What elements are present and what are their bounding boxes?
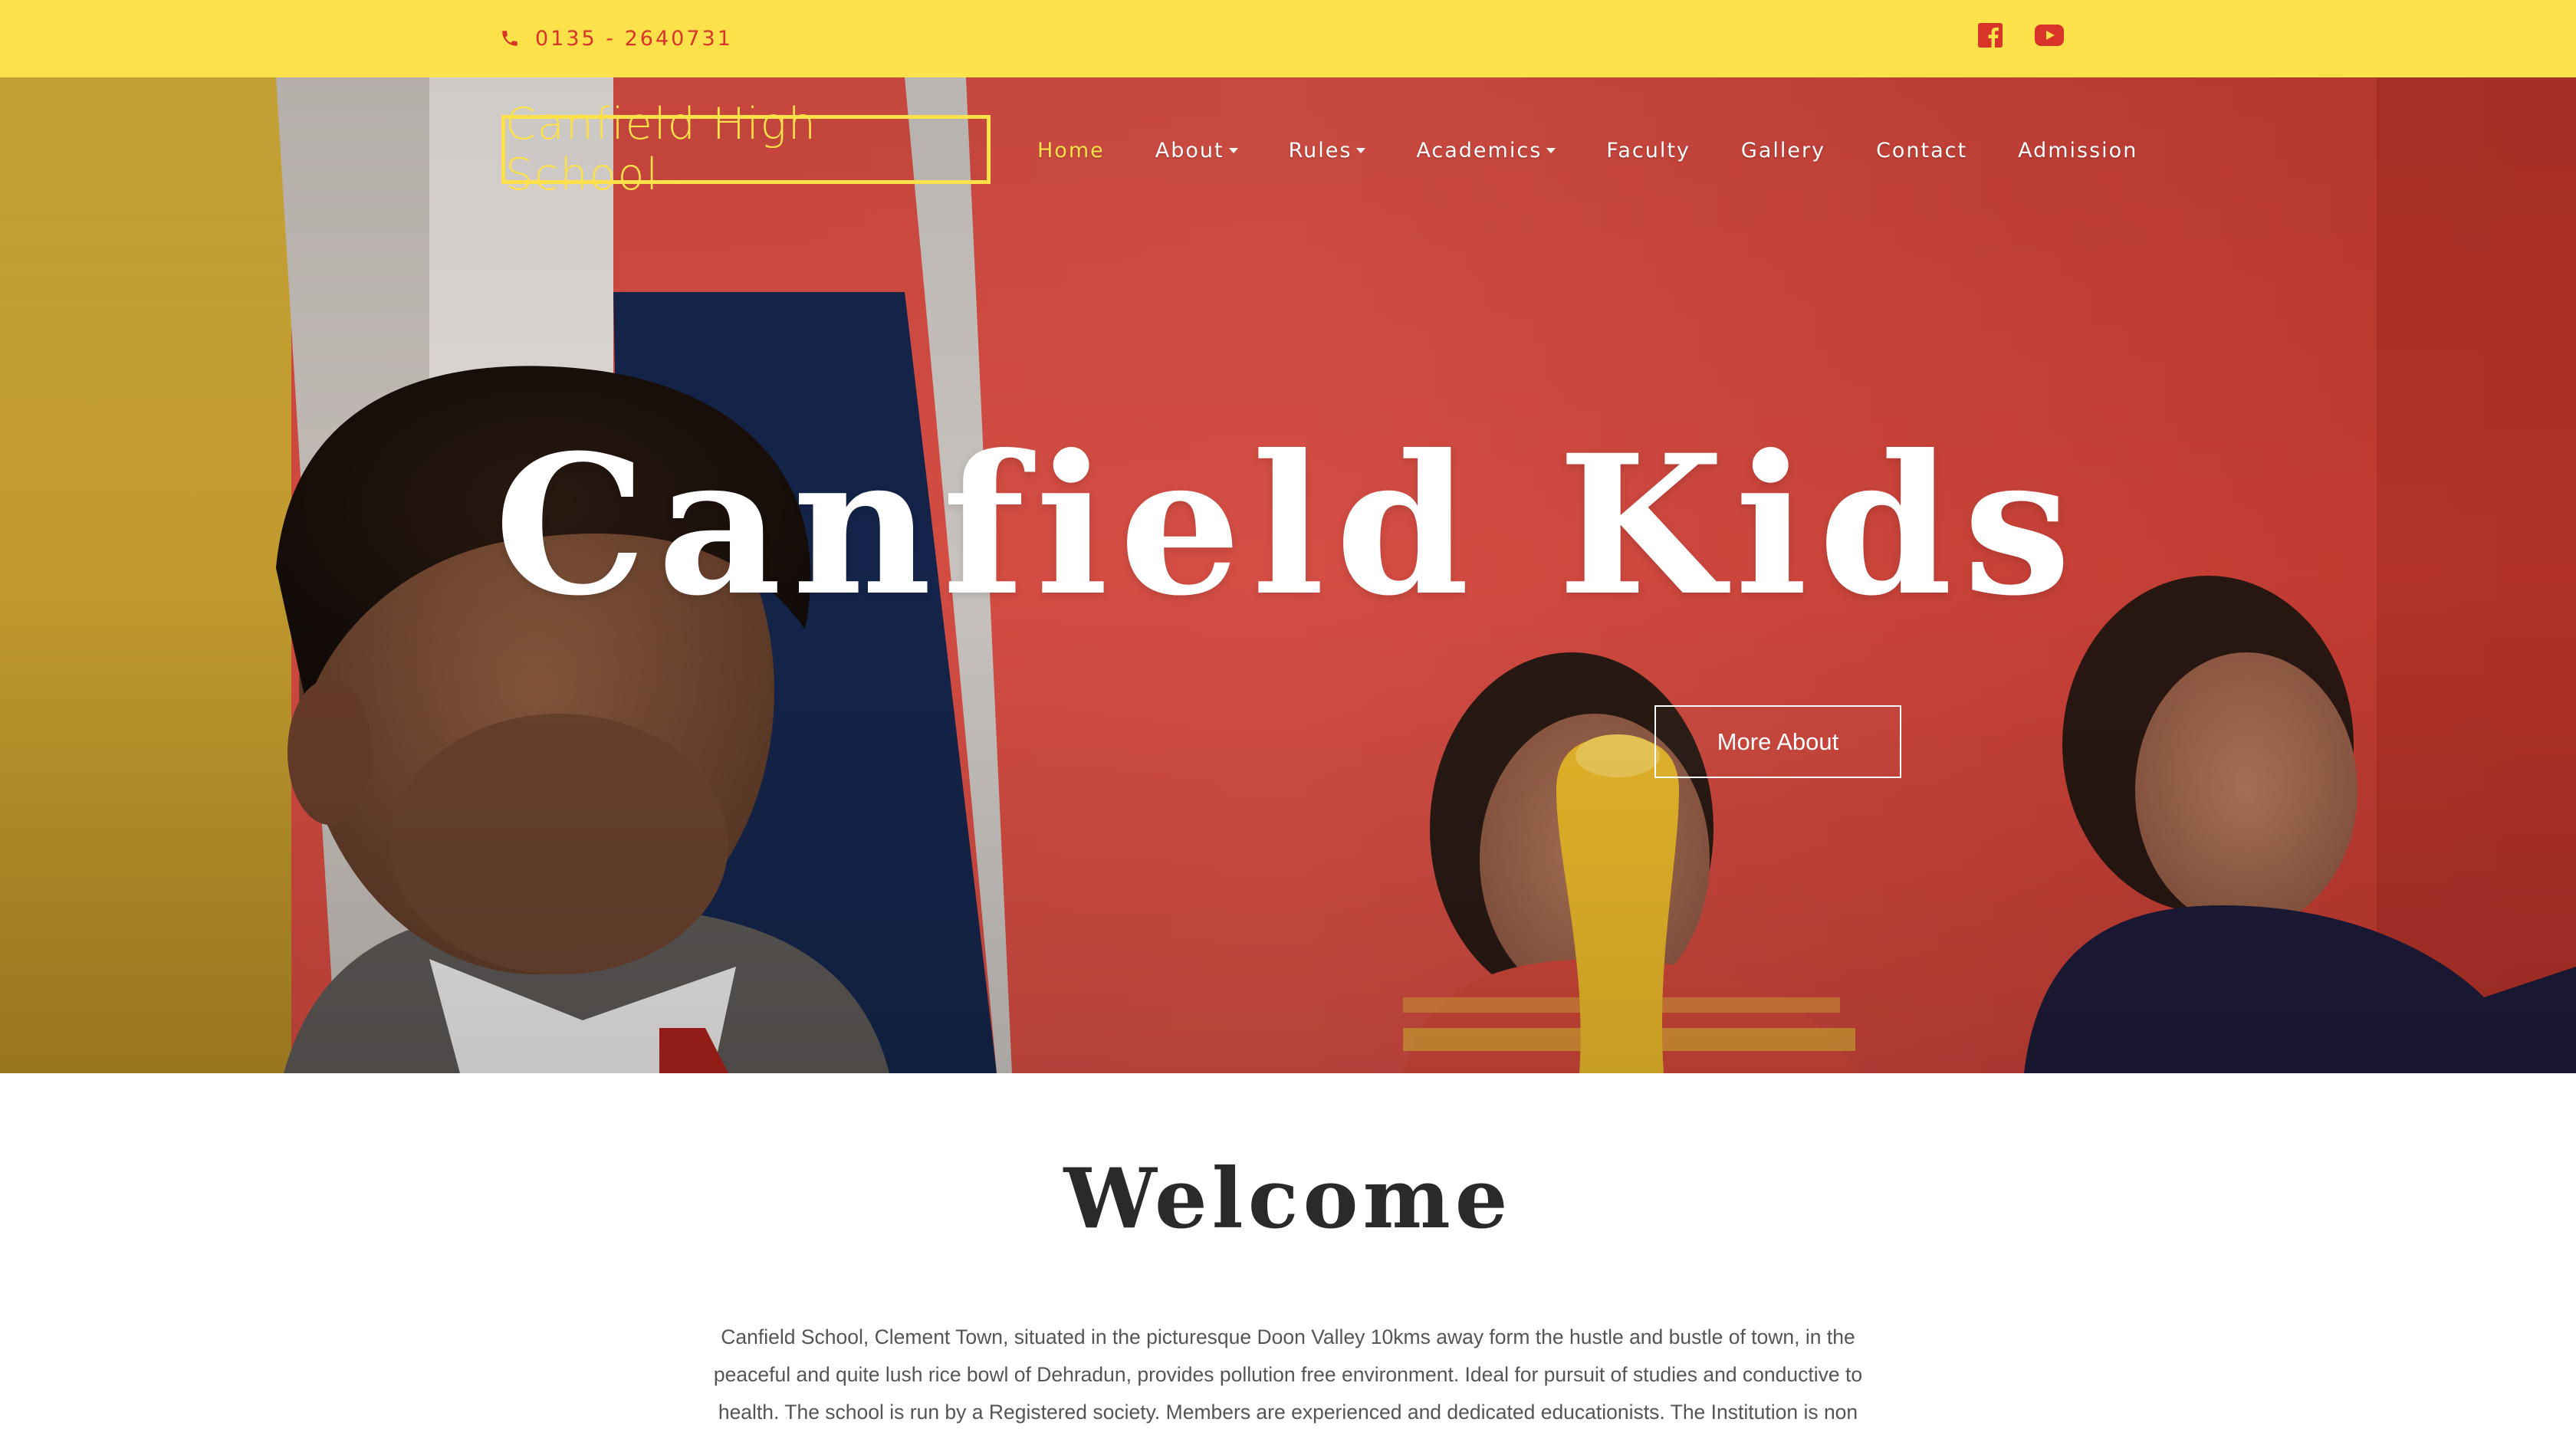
nav-faculty-label: Faculty	[1606, 138, 1691, 163]
nav-home[interactable]: Home	[1012, 139, 1130, 163]
phone-contact[interactable]: 0135 - 2640731	[500, 23, 733, 54]
youtube-icon[interactable]	[2035, 25, 2064, 46]
nav-home-label: Home	[1037, 138, 1105, 163]
nav-about-label: About	[1155, 138, 1224, 163]
caret-down-icon	[1546, 147, 1556, 153]
welcome-paragraph: Canfield School, Clement Town, situated …	[713, 1325, 1863, 1424]
nav-academics-label: Academics	[1416, 138, 1543, 163]
hero-title: Canfield Kids	[494, 412, 2082, 638]
nav-contact[interactable]: Contact	[1851, 139, 1993, 163]
caret-down-icon	[1356, 147, 1366, 153]
nav-admission-label: Admission	[2018, 138, 2138, 163]
nav-gallery-label: Gallery	[1740, 138, 1826, 163]
more-about-button[interactable]: More About	[1654, 705, 1901, 778]
phone-number: 0135 - 2640731	[535, 26, 733, 51]
phone-icon	[502, 31, 518, 46]
nav-gallery[interactable]: Gallery	[1716, 139, 1851, 163]
nav-faculty[interactable]: Faculty	[1581, 139, 1716, 163]
nav-academics[interactable]: Academics	[1391, 139, 1581, 163]
caret-down-icon	[1228, 147, 1238, 153]
top-bar: 0135 - 2640731	[0, 0, 2576, 77]
brand-logo[interactable]: Canfield High School	[501, 99, 991, 200]
nav-contact-label: Contact	[1876, 138, 1968, 163]
nav-about[interactable]: About	[1130, 139, 1263, 163]
facebook-icon[interactable]	[1978, 23, 2003, 48]
main-nav: Home About Rules Academics Faculty Galle…	[1012, 130, 2163, 170]
nav-admission[interactable]: Admission	[1993, 139, 2163, 163]
nav-rules-label: Rules	[1288, 138, 1352, 163]
social-links	[1978, 23, 2064, 48]
welcome-heading: Welcome	[1063, 1151, 1513, 1247]
nav-rules[interactable]: Rules	[1263, 139, 1392, 163]
